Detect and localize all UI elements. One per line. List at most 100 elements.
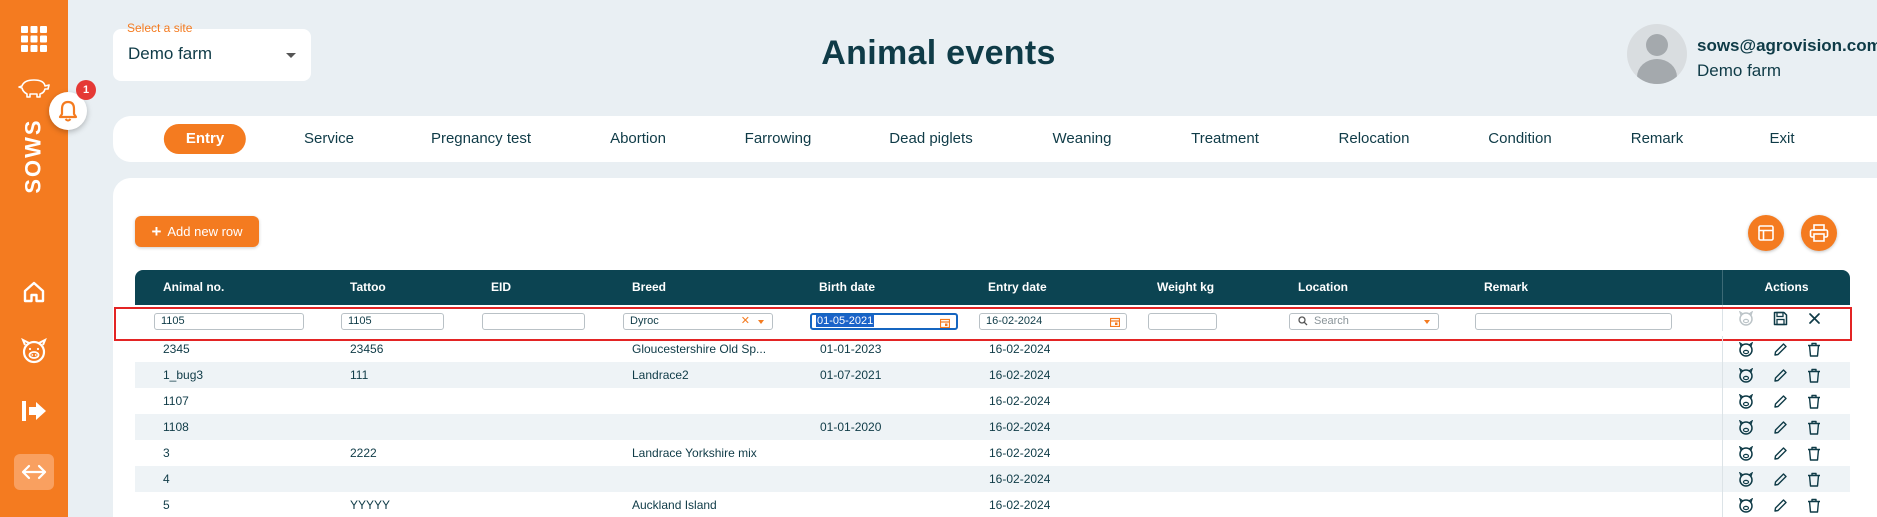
table-row[interactable]: 1_bug3 111 Landrace2 01-07-2021 16-02-20… [135, 362, 1850, 388]
cell-animal-no: 1_bug3 [163, 368, 204, 382]
cell-entry-date: 16-02-2024 [989, 498, 1051, 512]
table-row[interactable]: 5 YYYYY Auckland Island 16-02-2024 [135, 492, 1850, 517]
delete-icon[interactable] [1805, 444, 1823, 462]
pig-face-icon[interactable] [1737, 418, 1755, 436]
add-new-row-label: Add new row [167, 224, 243, 239]
column-header-location[interactable]: Location [1298, 270, 1348, 305]
tab-relocation[interactable]: Relocation [1339, 124, 1410, 154]
tab-service[interactable]: Service [304, 124, 354, 154]
cell-breed: Auckland Island [632, 498, 717, 512]
column-header-entry-date[interactable]: Entry date [988, 270, 1047, 305]
add-new-row-button[interactable]: + Add new row [135, 216, 259, 247]
cell-entry-date: 16-02-2024 [989, 420, 1051, 434]
bell-icon [58, 100, 78, 122]
table-row[interactable]: 1107 16-02-2024 [135, 388, 1850, 414]
tab-exit[interactable]: Exit [1769, 124, 1794, 154]
column-header-animal-no[interactable]: Animal no. [163, 270, 224, 305]
table-layout-button[interactable] [1748, 215, 1784, 251]
cell-tattoo: 2222 [350, 446, 377, 460]
cell-breed: Landrace2 [632, 368, 689, 382]
edit-icon[interactable] [1771, 444, 1789, 462]
cell-entry-date: 16-02-2024 [989, 446, 1051, 460]
edit-icon[interactable] [1771, 418, 1789, 436]
switch-app-button[interactable] [14, 454, 54, 490]
avatar[interactable] [1627, 24, 1687, 84]
tab-entry[interactable]: Entry [163, 124, 247, 154]
cell-birth-date: 01-07-2021 [820, 368, 882, 382]
delete-icon[interactable] [1805, 470, 1823, 488]
cell-breed: Gloucestershire Old Sp... [632, 342, 767, 356]
pig-face-icon[interactable] [1737, 470, 1755, 488]
pig-face-icon[interactable] [0, 336, 68, 366]
cell-animal-no: 1107 [163, 394, 189, 408]
tab-treatment[interactable]: Treatment [1191, 124, 1259, 154]
event-tabs: Entry Service Pregnancy test Abortion Fa… [113, 116, 1877, 162]
cell-animal-no: 4 [163, 472, 170, 486]
cell-entry-date: 16-02-2024 [989, 394, 1051, 408]
cell-animal-no: 1108 [163, 420, 189, 434]
delete-icon[interactable] [1805, 418, 1823, 436]
sidebar: SOWS [0, 0, 68, 517]
table-row[interactable]: 2345 23456 Gloucestershire Old Sp... 01-… [135, 336, 1850, 362]
home-icon[interactable] [0, 278, 68, 306]
site-selector-label: Select a site [127, 21, 193, 35]
pig-face-icon[interactable] [1737, 340, 1755, 358]
cell-entry-date: 16-02-2024 [989, 368, 1051, 382]
logout-icon[interactable] [0, 396, 68, 426]
tab-abortion[interactable]: Abortion [610, 124, 666, 154]
print-icon [1809, 224, 1829, 242]
tab-pregnancy-test[interactable]: Pregnancy test [431, 124, 531, 154]
column-header-breed[interactable]: Breed [632, 270, 666, 305]
edit-icon[interactable] [1771, 496, 1789, 514]
row-actions [1722, 336, 1850, 362]
cell-breed: Landrace Yorkshire mix [632, 446, 757, 460]
swap-arrows-icon [21, 464, 47, 480]
edit-icon[interactable] [1771, 392, 1789, 410]
tab-farrowing[interactable]: Farrowing [745, 124, 812, 154]
pig-face-icon[interactable] [1737, 444, 1755, 462]
cell-animal-no: 2345 [163, 342, 190, 356]
column-header-remark[interactable]: Remark [1484, 270, 1528, 305]
print-button[interactable] [1801, 215, 1837, 251]
pig-face-icon[interactable] [1737, 392, 1755, 410]
column-header-weight[interactable]: Weight kg [1157, 270, 1214, 305]
user-farm: Demo farm [1697, 61, 1782, 80]
pig-face-icon[interactable] [1737, 496, 1755, 514]
tab-condition[interactable]: Condition [1488, 124, 1551, 154]
pig-face-icon[interactable] [1737, 366, 1755, 384]
row-actions [1722, 466, 1850, 492]
row-actions [1722, 492, 1850, 517]
table-row[interactable]: 1108 01-01-2020 16-02-2024 [135, 414, 1850, 440]
edit-icon[interactable] [1771, 366, 1789, 384]
tab-dead-piglets[interactable]: Dead piglets [889, 124, 972, 154]
row-actions [1722, 388, 1850, 414]
column-header-actions: Actions [1722, 270, 1850, 305]
tab-remark[interactable]: Remark [1631, 124, 1684, 154]
row-actions [1722, 362, 1850, 388]
column-header-eid[interactable]: EID [491, 270, 511, 305]
delete-icon[interactable] [1805, 496, 1823, 514]
column-header-birth-date[interactable]: Birth date [819, 270, 875, 305]
cell-entry-date: 16-02-2024 [989, 342, 1051, 356]
column-header-tattoo[interactable]: Tattoo [350, 270, 386, 305]
cell-animal-no: 5 [163, 498, 170, 512]
table-row[interactable]: 4 16-02-2024 [135, 466, 1850, 492]
cell-birth-date: 01-01-2020 [820, 420, 882, 434]
delete-icon[interactable] [1805, 392, 1823, 410]
edit-icon[interactable] [1771, 340, 1789, 358]
table-header: Animal no. Tattoo EID Breed Birth date E… [135, 270, 1850, 305]
delete-icon[interactable] [1805, 340, 1823, 358]
delete-icon[interactable] [1805, 366, 1823, 384]
row-actions [1722, 414, 1850, 440]
table-layout-icon [1758, 225, 1774, 241]
edit-icon[interactable] [1771, 470, 1789, 488]
row-actions [1722, 440, 1850, 466]
table-row[interactable]: 3 2222 Landrace Yorkshire mix 16-02-2024 [135, 440, 1850, 466]
page-title: Animal events [821, 34, 1056, 72]
plus-icon: + [151, 222, 162, 241]
cell-tattoo: YYYYY [350, 498, 391, 512]
cell-animal-no: 3 [163, 446, 170, 460]
cell-tattoo: 111 [350, 368, 369, 382]
tab-weaning[interactable]: Weaning [1053, 124, 1112, 154]
cell-entry-date: 16-02-2024 [989, 472, 1051, 486]
